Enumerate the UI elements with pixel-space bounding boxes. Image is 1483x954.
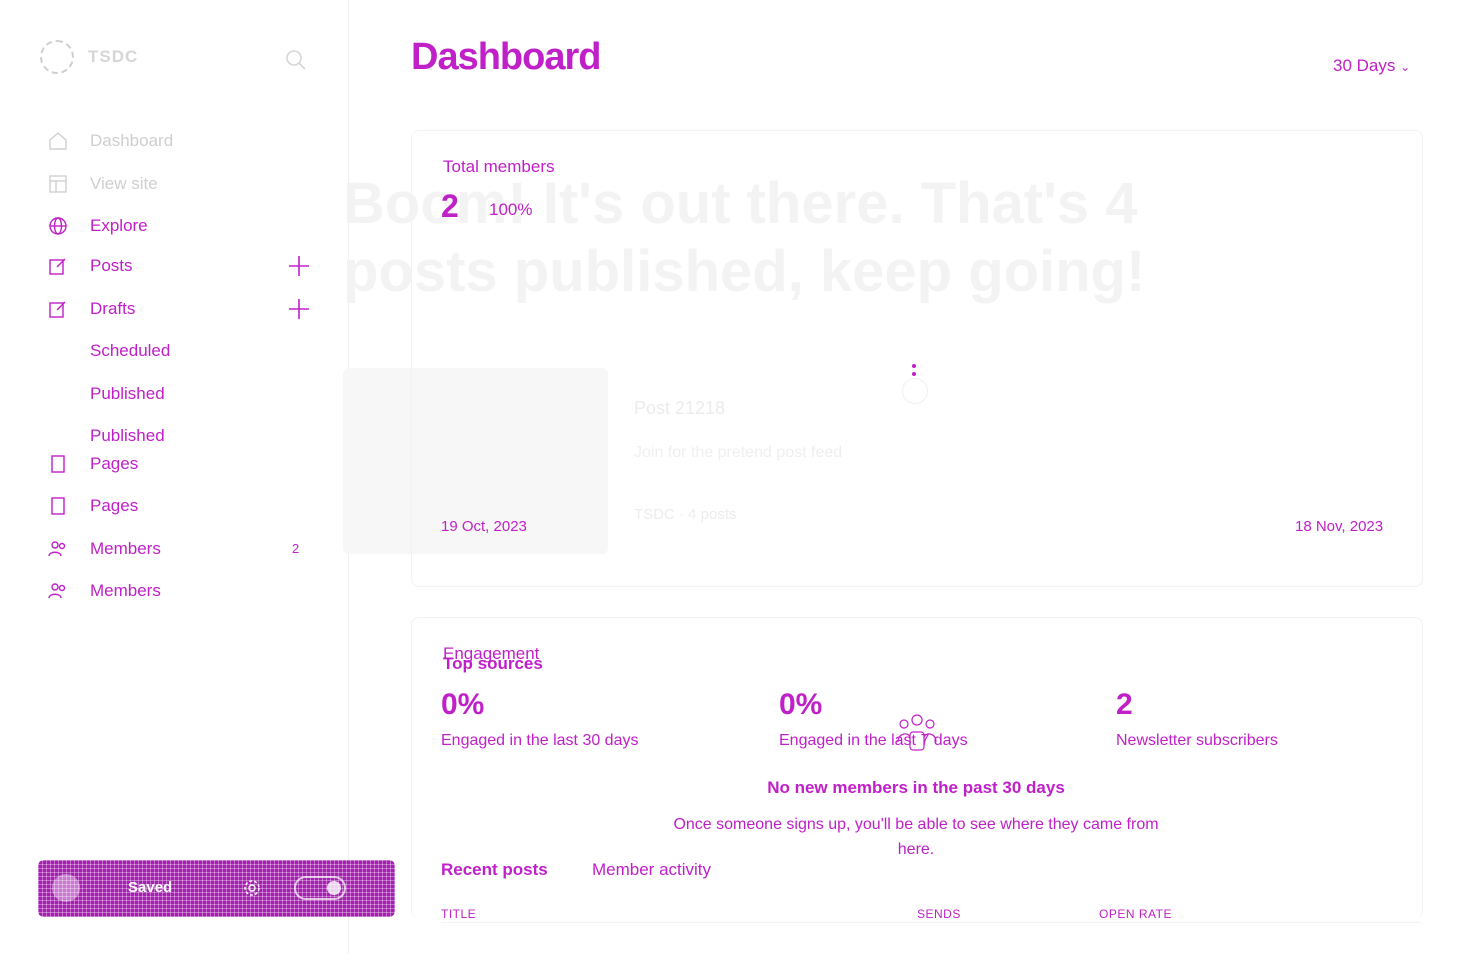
sidebar-item-label: Explore	[90, 216, 148, 235]
engagement-metric: 2 Newsletter subscribers	[1116, 688, 1278, 750]
chart-point	[912, 364, 916, 368]
sidebar-item-members[interactable]: Members	[46, 578, 161, 604]
saved-bar: Saved	[38, 860, 395, 917]
sidebar-item-label: Posts	[90, 256, 133, 275]
chevron-down-icon: ⌄	[1400, 60, 1411, 74]
sidebar-item-label: Members	[90, 581, 161, 600]
avatar[interactable]	[52, 874, 80, 902]
members-icon	[46, 537, 70, 561]
chart-point	[912, 372, 916, 376]
chart-end-date: 18 Nov, 2023	[1295, 518, 1384, 535]
home-icon	[46, 129, 70, 153]
sidebar-subitem-scheduled[interactable]: Scheduled	[90, 341, 170, 361]
members-count-badge: 2	[292, 541, 300, 556]
sidebar-item-label: Drafts	[90, 299, 136, 318]
members-card-label: Total members	[443, 157, 555, 176]
metric-value: 0%	[441, 688, 485, 721]
sidebar-item-label: Pages	[90, 496, 139, 515]
new-draft-plus-icon[interactable]	[288, 298, 310, 320]
sidebar-item-members[interactable]: Members	[46, 536, 161, 562]
members-delta: 100%	[489, 200, 533, 219]
main-content: Boom! It's out there. That's 4 posts pub…	[343, 0, 1483, 954]
engagement-card: Engagement Top sources	[411, 617, 1423, 918]
sidebar-item-explore[interactable]: Explore	[46, 213, 148, 239]
tab-recent-posts[interactable]: Recent posts	[441, 860, 548, 880]
page-icon	[46, 494, 70, 518]
saved-label: Saved	[128, 879, 173, 896]
sidebar-item-label: View site	[90, 174, 158, 193]
brand-logo	[40, 40, 74, 74]
sidebar-item-label: Pages	[90, 454, 139, 473]
sidebar-item-posts[interactable]: Posts	[46, 253, 133, 279]
brand-name: TSDC	[88, 47, 139, 66]
column-header-sends: SENDS	[917, 907, 961, 921]
top-sources-label: Top sources	[443, 654, 543, 673]
sidebar-subitem-published[interactable]: Published	[90, 384, 165, 404]
sidebar-item-drafts[interactable]: Drafts	[46, 296, 135, 322]
sidebar-item-label: Dashboard	[90, 131, 174, 150]
empty-state-title: No new members in the past 30 days	[767, 778, 1065, 797]
chart-start-date: 19 Oct, 2023	[441, 518, 527, 535]
sidebar-item-pages[interactable]: Pages	[46, 493, 138, 519]
empty-state-description: Once someone signs up, you'll be able to…	[673, 816, 1159, 858]
chart-hover-ring	[902, 378, 928, 404]
sidebar-subitem-published[interactable]: Published	[90, 426, 165, 446]
layout-icon	[46, 172, 70, 196]
members-total: 2	[441, 188, 459, 224]
page-title: Dashboard	[411, 36, 601, 78]
metric-value: 2	[1116, 688, 1133, 721]
engagement-metric: 0% Engaged in the last 30 days	[441, 688, 638, 750]
sidebar-item-dashboard[interactable]: Dashboard	[46, 128, 173, 154]
metric-value: 0%	[779, 688, 823, 721]
globe-icon	[46, 214, 70, 238]
sidebar: TSDC Dashboard View site Explore Posts D…	[0, 0, 395, 954]
gear-icon[interactable]	[242, 878, 262, 898]
column-header-open-rate: OPEN RATE	[1099, 907, 1172, 921]
metric-label: Newsletter subscribers	[1116, 732, 1278, 749]
sidebar-item-view-site[interactable]: View site	[46, 171, 158, 197]
edit-icon	[46, 254, 70, 278]
brand[interactable]: TSDC	[40, 40, 138, 74]
edit-icon	[46, 297, 70, 321]
members-card: Total members	[411, 130, 1423, 587]
engagement-metric: 0% Engaged in the last 7 days	[779, 688, 968, 750]
new-post-plus-icon[interactable]	[288, 255, 310, 277]
members-icon	[46, 579, 70, 603]
date-range-value: 30 Days	[1333, 56, 1396, 75]
column-header-title: TITLE	[441, 907, 477, 921]
dark-mode-toggle[interactable]	[294, 876, 346, 900]
search-icon[interactable]	[284, 48, 308, 72]
sidebar-item-pages[interactable]: Pages	[46, 451, 138, 477]
sidebar-item-label: Members	[90, 539, 161, 558]
members-empty-icon	[897, 714, 937, 751]
page-icon	[46, 452, 70, 476]
metric-label: Engaged in the last 30 days	[441, 732, 639, 749]
date-range-select[interactable]: 30 Days ⌄	[1333, 56, 1410, 76]
metric-label: Engaged in the last 7 days	[779, 732, 968, 749]
table-divider	[441, 922, 1421, 923]
tab-member-activity[interactable]: Member activity	[592, 860, 711, 880]
